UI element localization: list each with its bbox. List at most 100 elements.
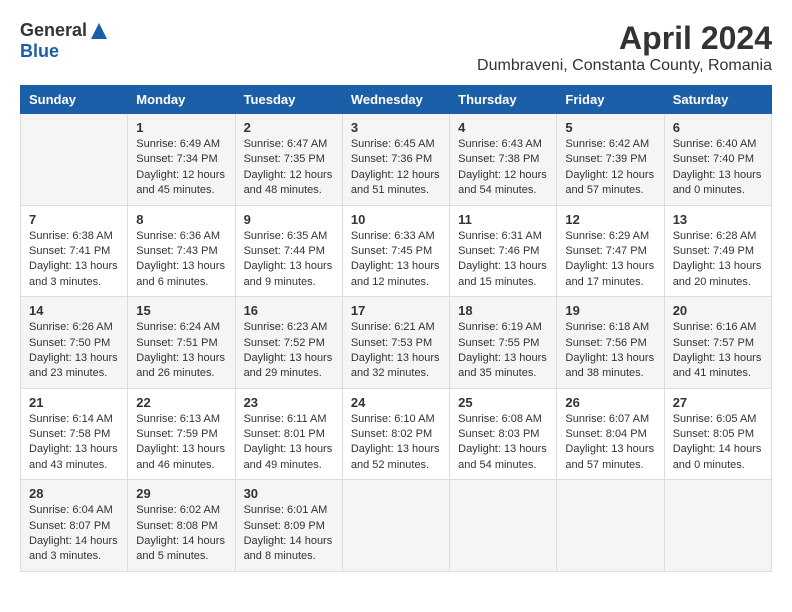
day-number: 20 <box>673 303 763 318</box>
day-number: 8 <box>136 212 226 227</box>
day-cell: 24 Sunrise: 6:10 AM Sunset: 8:02 PM Dayli… <box>342 388 449 480</box>
day-cell: 25 Sunrise: 6:08 AM Sunset: 8:03 PM Dayli… <box>450 388 557 480</box>
day-info: Sunrise: 6:11 AM Sunset: 8:01 PM Dayligh… <box>244 412 334 474</box>
day-number: 18 <box>458 303 548 318</box>
day-info: Sunrise: 6:29 AM Sunset: 7:47 PM Dayligh… <box>565 229 655 291</box>
day-number: 2 <box>244 120 334 135</box>
day-cell: 8 Sunrise: 6:36 AM Sunset: 7:43 PM Daylig… <box>128 205 235 297</box>
day-cell: 10 Sunrise: 6:33 AM Sunset: 7:45 PM Dayli… <box>342 205 449 297</box>
day-number: 30 <box>244 486 334 501</box>
day-cell: 28 Sunrise: 6:04 AM Sunset: 8:07 PM Dayli… <box>21 480 128 572</box>
day-number: 26 <box>565 395 655 410</box>
day-number: 11 <box>458 212 548 227</box>
day-cell: 9 Sunrise: 6:35 AM Sunset: 7:44 PM Daylig… <box>235 205 342 297</box>
day-info: Sunrise: 6:16 AM Sunset: 7:57 PM Dayligh… <box>673 320 763 382</box>
day-info: Sunrise: 6:04 AM Sunset: 8:07 PM Dayligh… <box>29 503 119 565</box>
day-number: 28 <box>29 486 119 501</box>
day-number: 4 <box>458 120 548 135</box>
header-day: Tuesday <box>235 86 342 114</box>
day-info: Sunrise: 6:19 AM Sunset: 7:55 PM Dayligh… <box>458 320 548 382</box>
day-info: Sunrise: 6:35 AM Sunset: 7:44 PM Dayligh… <box>244 229 334 291</box>
day-cell: 4Sunrise: 6:43 AM Sunset: 7:38 PM Daylig… <box>450 114 557 206</box>
day-number: 5 <box>565 120 655 135</box>
day-number: 25 <box>458 395 548 410</box>
month-title: April 2024 <box>477 20 772 57</box>
logo-general: General <box>20 20 87 41</box>
header-day: Sunday <box>21 86 128 114</box>
day-number: 9 <box>244 212 334 227</box>
header-row: SundayMondayTuesdayWednesdayThursdayFrid… <box>21 86 772 114</box>
day-cell: 15 Sunrise: 6:24 AM Sunset: 7:51 PM Dayli… <box>128 297 235 389</box>
day-cell: 2Sunrise: 6:47 AM Sunset: 7:35 PM Daylig… <box>235 114 342 206</box>
day-info: Sunrise: 6:31 AM Sunset: 7:46 PM Dayligh… <box>458 229 548 291</box>
header-day: Thursday <box>450 86 557 114</box>
week-row: 7Sunrise: 6:38 AM Sunset: 7:41 PM Daylig… <box>21 205 772 297</box>
day-info: Sunrise: 6:01 AM Sunset: 8:09 PM Dayligh… <box>244 503 334 565</box>
day-info: Sunrise: 6:05 AM Sunset: 8:05 PM Dayligh… <box>673 412 763 474</box>
day-info: Sunrise: 6:45 AM Sunset: 7:36 PM Dayligh… <box>351 137 441 199</box>
day-cell: 12 Sunrise: 6:29 AM Sunset: 7:47 PM Dayli… <box>557 205 664 297</box>
logo: General Blue <box>20 20 109 62</box>
day-number: 10 <box>351 212 441 227</box>
header-day: Monday <box>128 86 235 114</box>
logo-icon <box>89 21 109 41</box>
day-cell: 22Sunrise: 6:13 AM Sunset: 7:59 PM Dayli… <box>128 388 235 480</box>
day-info: Sunrise: 6:18 AM Sunset: 7:56 PM Dayligh… <box>565 320 655 382</box>
day-info: Sunrise: 6:49 AM Sunset: 7:34 PM Dayligh… <box>136 137 226 199</box>
page-header: General Blue April 2024 Dumbraveni, Cons… <box>20 20 772 75</box>
day-cell: 29Sunrise: 6:02 AM Sunset: 8:08 PM Dayli… <box>128 480 235 572</box>
day-cell <box>557 480 664 572</box>
day-number: 17 <box>351 303 441 318</box>
day-cell: 21Sunrise: 6:14 AM Sunset: 7:58 PM Dayli… <box>21 388 128 480</box>
day-info: Sunrise: 6:38 AM Sunset: 7:41 PM Dayligh… <box>29 229 119 291</box>
day-number: 14 <box>29 303 119 318</box>
day-info: Sunrise: 6:42 AM Sunset: 7:39 PM Dayligh… <box>565 137 655 199</box>
day-cell: 20 Sunrise: 6:16 AM Sunset: 7:57 PM Dayli… <box>664 297 771 389</box>
calendar-table: SundayMondayTuesdayWednesdayThursdayFrid… <box>20 85 772 572</box>
day-info: Sunrise: 6:07 AM Sunset: 8:04 PM Dayligh… <box>565 412 655 474</box>
header-day: Friday <box>557 86 664 114</box>
day-cell: 30 Sunrise: 6:01 AM Sunset: 8:09 PM Dayli… <box>235 480 342 572</box>
day-cell: 18 Sunrise: 6:19 AM Sunset: 7:55 PM Dayli… <box>450 297 557 389</box>
day-info: Sunrise: 6:21 AM Sunset: 7:53 PM Dayligh… <box>351 320 441 382</box>
day-info: Sunrise: 6:13 AM Sunset: 7:59 PM Dayligh… <box>136 412 226 474</box>
logo-blue: Blue <box>20 41 59 62</box>
day-number: 15 <box>136 303 226 318</box>
day-cell: 3Sunrise: 6:45 AM Sunset: 7:36 PM Daylig… <box>342 114 449 206</box>
day-number: 19 <box>565 303 655 318</box>
day-info: Sunrise: 6:23 AM Sunset: 7:52 PM Dayligh… <box>244 320 334 382</box>
day-cell: 19 Sunrise: 6:18 AM Sunset: 7:56 PM Dayli… <box>557 297 664 389</box>
day-cell <box>21 114 128 206</box>
day-cell: 7Sunrise: 6:38 AM Sunset: 7:41 PM Daylig… <box>21 205 128 297</box>
day-cell: 11 Sunrise: 6:31 AM Sunset: 7:46 PM Dayli… <box>450 205 557 297</box>
day-cell: 16 Sunrise: 6:23 AM Sunset: 7:52 PM Dayli… <box>235 297 342 389</box>
day-cell: 5 Sunrise: 6:42 AM Sunset: 7:39 PM Daylig… <box>557 114 664 206</box>
day-number: 27 <box>673 395 763 410</box>
day-number: 24 <box>351 395 441 410</box>
day-info: Sunrise: 6:33 AM Sunset: 7:45 PM Dayligh… <box>351 229 441 291</box>
week-row: 21Sunrise: 6:14 AM Sunset: 7:58 PM Dayli… <box>21 388 772 480</box>
day-cell: 26 Sunrise: 6:07 AM Sunset: 8:04 PM Dayli… <box>557 388 664 480</box>
header-day: Saturday <box>664 86 771 114</box>
day-info: Sunrise: 6:36 AM Sunset: 7:43 PM Dayligh… <box>136 229 226 291</box>
day-number: 6 <box>673 120 763 135</box>
day-info: Sunrise: 6:40 AM Sunset: 7:40 PM Dayligh… <box>673 137 763 199</box>
day-cell: 1Sunrise: 6:49 AM Sunset: 7:34 PM Daylig… <box>128 114 235 206</box>
day-cell: 27 Sunrise: 6:05 AM Sunset: 8:05 PM Dayli… <box>664 388 771 480</box>
day-cell: 13Sunrise: 6:28 AM Sunset: 7:49 PM Dayli… <box>664 205 771 297</box>
day-info: Sunrise: 6:08 AM Sunset: 8:03 PM Dayligh… <box>458 412 548 474</box>
day-info: Sunrise: 6:28 AM Sunset: 7:49 PM Dayligh… <box>673 229 763 291</box>
header-day: Wednesday <box>342 86 449 114</box>
day-info: Sunrise: 6:10 AM Sunset: 8:02 PM Dayligh… <box>351 412 441 474</box>
day-info: Sunrise: 6:26 AM Sunset: 7:50 PM Dayligh… <box>29 320 119 382</box>
location: Dumbraveni, Constanta County, Romania <box>477 57 772 75</box>
day-number: 12 <box>565 212 655 227</box>
day-cell <box>450 480 557 572</box>
day-number: 21 <box>29 395 119 410</box>
day-cell: 23 Sunrise: 6:11 AM Sunset: 8:01 PM Dayli… <box>235 388 342 480</box>
day-info: Sunrise: 6:02 AM Sunset: 8:08 PM Dayligh… <box>136 503 226 565</box>
day-number: 23 <box>244 395 334 410</box>
day-number: 16 <box>244 303 334 318</box>
week-row: 14 Sunrise: 6:26 AM Sunset: 7:50 PM Dayli… <box>21 297 772 389</box>
day-info: Sunrise: 6:24 AM Sunset: 7:51 PM Dayligh… <box>136 320 226 382</box>
